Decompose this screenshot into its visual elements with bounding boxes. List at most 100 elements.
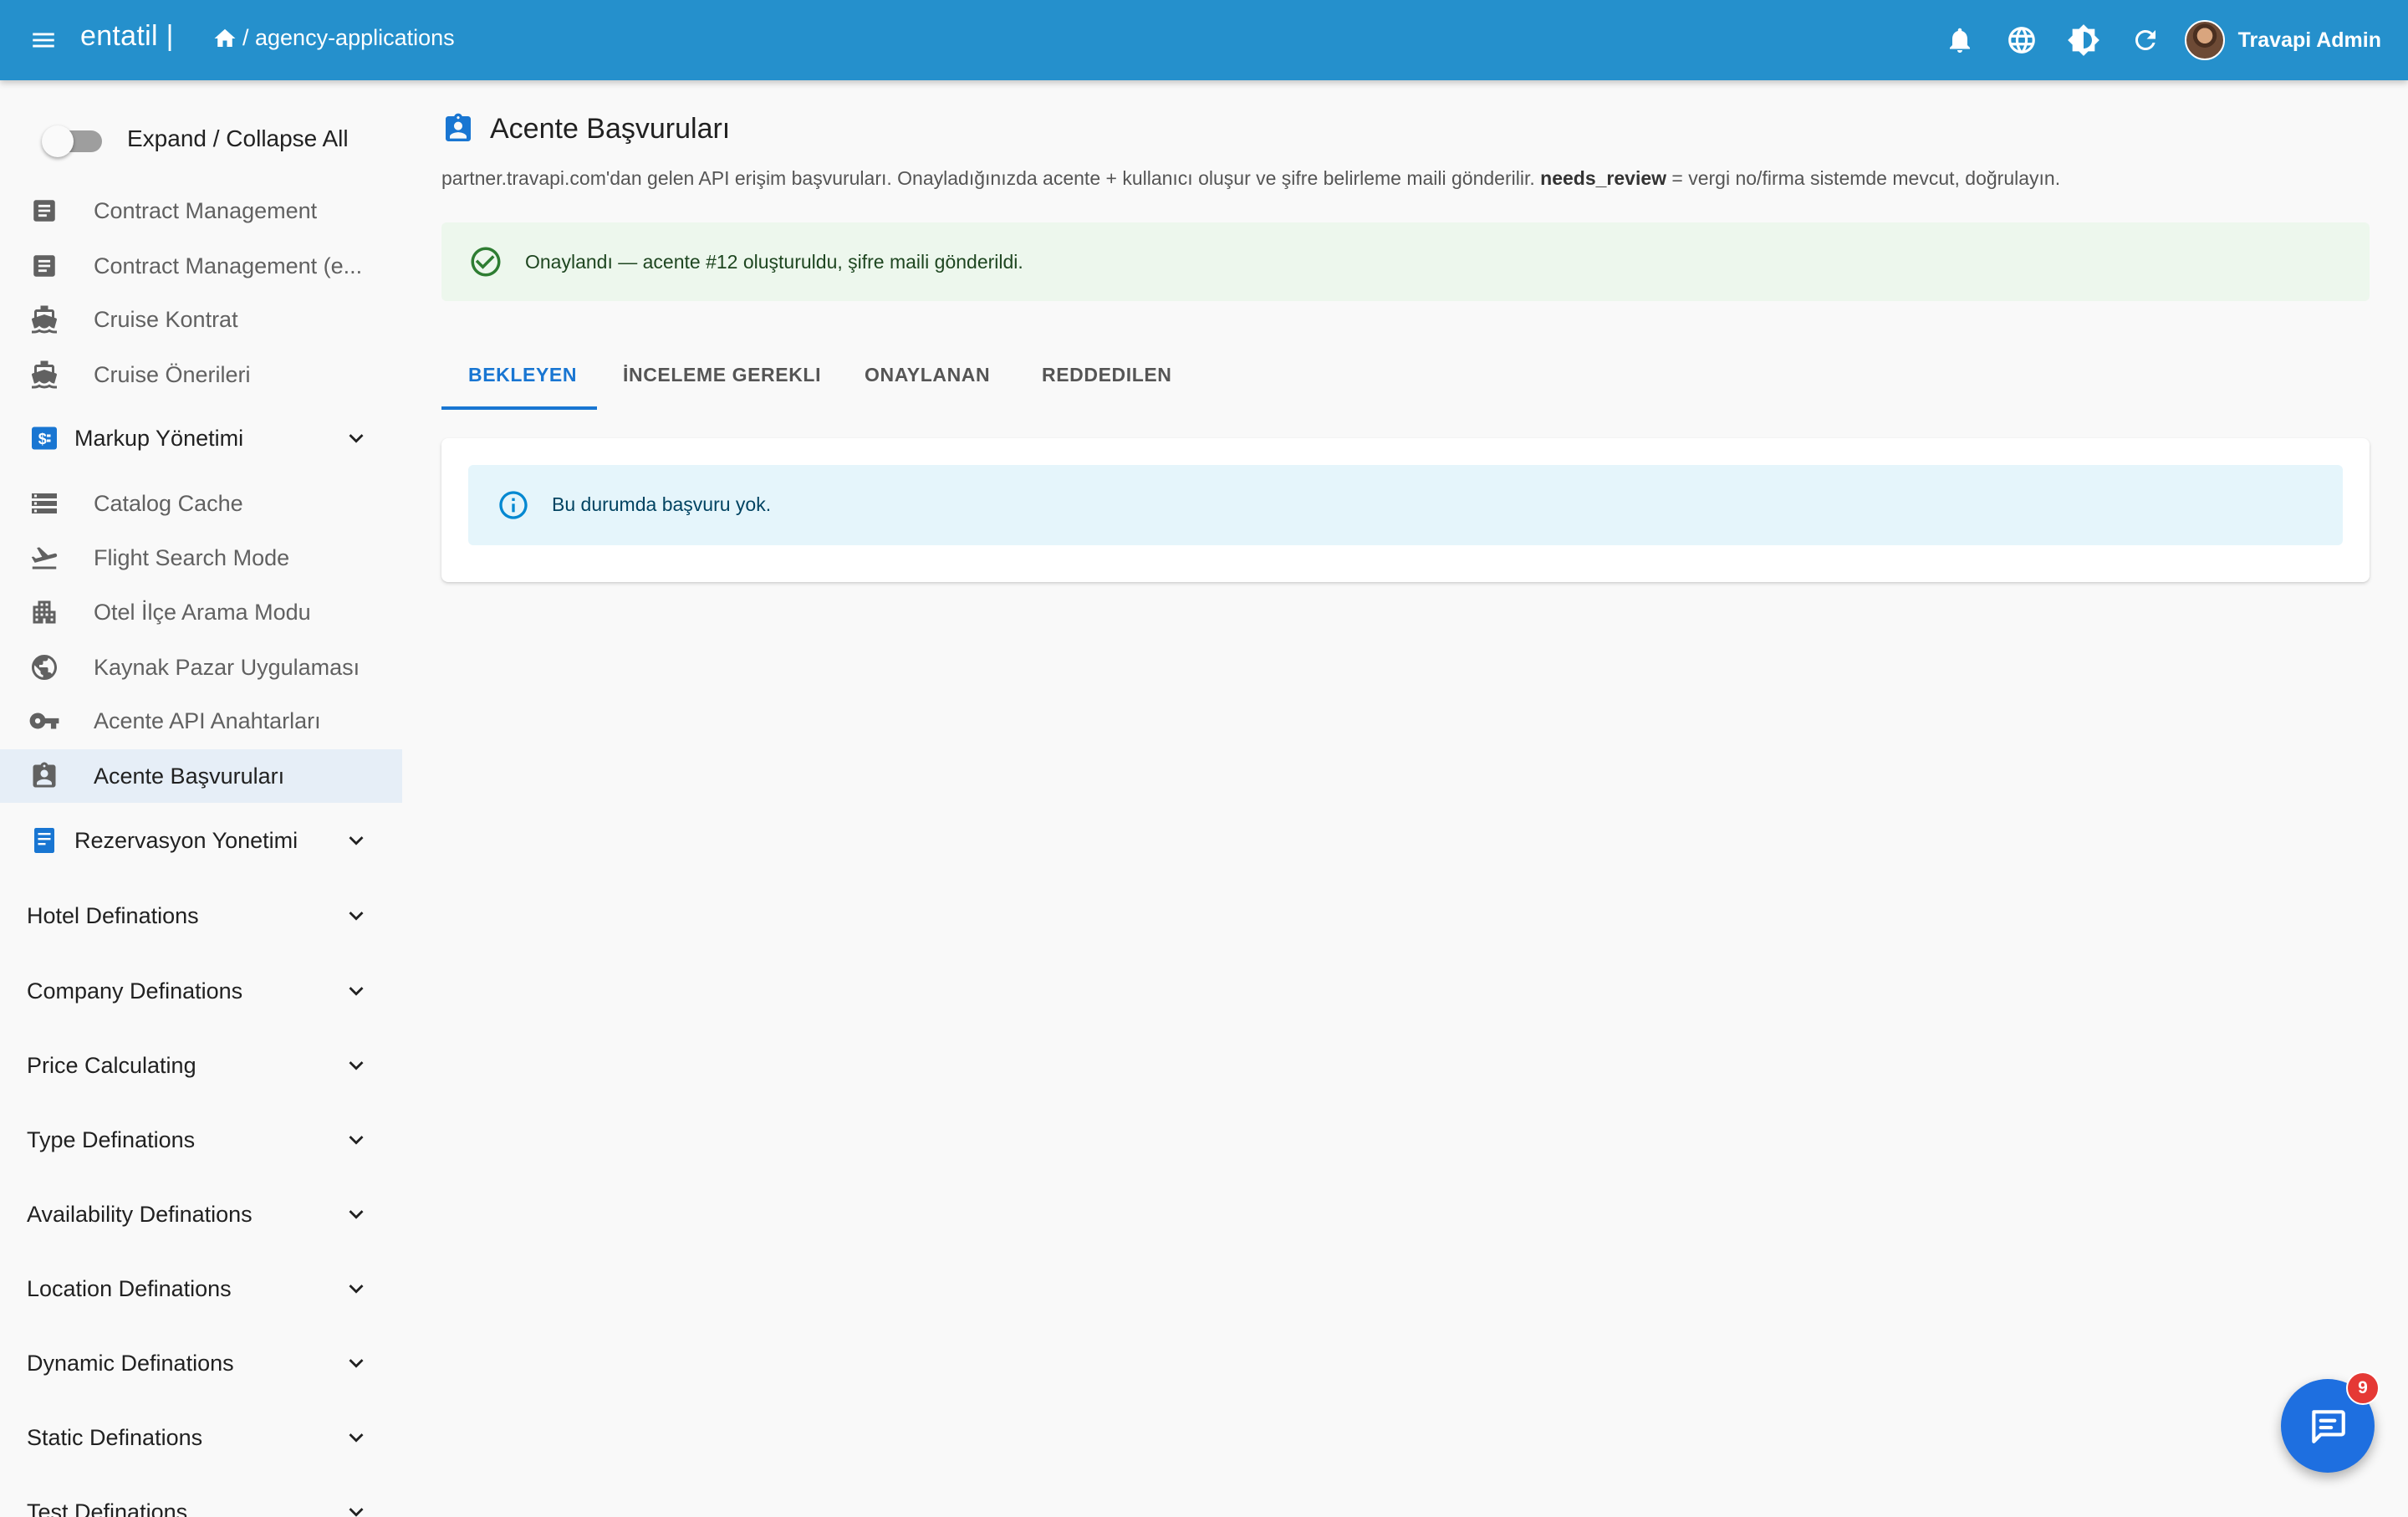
sidebar-item-acente-basvurulari[interactable]: Acente Başvuruları (0, 749, 402, 803)
tab-bekleyen[interactable]: BEKLEYEN (468, 340, 577, 410)
sidebar-group-label: Type Definations (27, 1126, 196, 1152)
chevron-down-icon[interactable] (339, 899, 373, 932)
contract-icon (28, 195, 60, 227)
chevron-down-icon[interactable] (339, 421, 373, 455)
flight-takeoff-icon (28, 542, 60, 574)
sidebar-group-test-definations[interactable]: Test Definations (0, 1485, 402, 1517)
sidebar-item-cruise-onerileri[interactable]: Cruise Önerileri (0, 348, 402, 401)
chevron-down-icon[interactable] (339, 1272, 373, 1305)
sidebar-item-catalog-cache[interactable]: Catalog Cache (0, 477, 402, 530)
globe-icon (28, 651, 60, 683)
sidebar-group-label: Static Definations (27, 1424, 203, 1450)
sidebar-group-price-calculating[interactable]: Price Calculating (0, 1039, 402, 1092)
sidebar-group-location-definations[interactable]: Location Definations (0, 1262, 402, 1315)
refresh-button[interactable] (2115, 9, 2176, 71)
brightness-icon (2067, 24, 2099, 56)
description-keyword: needs_review (1540, 167, 1667, 189)
sidebar-group-markup[interactable]: $ Markup Yönetimi (0, 411, 402, 465)
tab-indicator (441, 406, 597, 410)
storage-icon (28, 488, 60, 519)
tab-inceleme-gerekli[interactable]: İNCELEME GEREKLI (623, 340, 821, 410)
sidebar-item-label: Contract Management (94, 197, 318, 223)
contract-icon (28, 250, 60, 282)
sidebar-group-availability-definations[interactable]: Availability Definations (0, 1188, 402, 1241)
check-circle-icon (471, 247, 501, 277)
chevron-down-icon[interactable] (339, 974, 373, 1008)
sidebar-item-label: Kaynak Pazar Uygulaması (94, 654, 360, 680)
sidebar-item-contract-management[interactable]: Contract Management (0, 184, 402, 238)
badge-icon (28, 760, 60, 792)
theme-button[interactable] (2053, 9, 2115, 71)
sidebar-group-label: Dynamic Definations (27, 1350, 234, 1376)
notifications-button[interactable] (1929, 9, 1991, 71)
sidebar-item-label: Otel İlçe Arama Modu (94, 599, 311, 625)
sidebar-group-label: Location Definations (27, 1275, 232, 1301)
chat-icon (2312, 1410, 2345, 1443)
user-name[interactable]: Travapi Admin (2238, 28, 2381, 53)
sidebar-item-label: Cruise Kontrat (94, 306, 238, 332)
chevron-down-icon[interactable] (339, 1346, 373, 1380)
sidebar-group-label: Availability Definations (27, 1201, 253, 1227)
chevron-down-icon[interactable] (339, 824, 373, 857)
ship-icon (28, 359, 60, 391)
sidebar-item-label: Catalog Cache (94, 490, 243, 516)
sidebar-group-dynamic-definations[interactable]: Dynamic Definations (0, 1336, 402, 1390)
sidebar-item-acente-api-anahtarlari[interactable]: Acente API Anahtarları (0, 694, 402, 748)
chevron-down-icon[interactable] (339, 1049, 373, 1082)
chevron-down-icon[interactable] (339, 1123, 373, 1157)
sidebar-item-cruise-kontrat[interactable]: Cruise Kontrat (0, 293, 402, 346)
success-alert: Onaylandı — acente #12 oluşturuldu, şifr… (441, 222, 2370, 301)
menu-icon (33, 33, 54, 48)
page-header: Acente Başvuruları (441, 112, 730, 146)
sidebar-item-otel-ilce-arama-modu[interactable]: Otel İlçe Arama Modu (0, 585, 402, 639)
svg-text:$: $ (38, 431, 47, 447)
chevron-down-icon[interactable] (339, 1495, 373, 1517)
sidebar-item-label: Cruise Önerileri (94, 361, 251, 387)
sidebar-item-kaynak-pazar[interactable]: Kaynak Pazar Uygulaması (0, 641, 402, 694)
sidebar-group-label: Hotel Definations (27, 902, 199, 928)
sidebar-item-contract-management-e[interactable]: Contract Management (e... (0, 239, 402, 293)
breadcrumb: / agency-applications (212, 25, 455, 51)
language-button[interactable] (1991, 9, 2053, 71)
sidebar-group-label: Test Definations (27, 1499, 188, 1517)
sidebar-item-label: Acente API Anahtarları (94, 707, 321, 733)
success-message: Onaylandı — acente #12 oluşturuldu, şifr… (525, 250, 1023, 273)
sidebar-group-hotel-definations[interactable]: Hotel Definations (0, 889, 402, 942)
page-title: Acente Başvuruları (490, 112, 731, 145)
receipt-icon (28, 825, 60, 856)
home-icon[interactable] (212, 26, 237, 51)
sidebar-item-label: Acente Başvuruları (94, 763, 285, 789)
empty-state-alert: Bu durumda başvuru yok. (468, 465, 2343, 545)
brand-logo[interactable]: entatil | (80, 20, 174, 53)
toggle-label: Expand / Collapse All (127, 125, 349, 151)
sidebar-group-type-definations[interactable]: Type Definations (0, 1113, 402, 1167)
ship-icon (28, 304, 60, 335)
globe-icon (2008, 27, 2035, 54)
expand-collapse-toggle[interactable]: Expand / Collapse All (42, 124, 349, 157)
description-suffix: = vergi no/firma sistemde mevcut, doğrul… (1671, 167, 2061, 189)
sidebar-group-label: Rezervasyon Yonetimi (74, 827, 298, 853)
sidebar-item-flight-search-mode[interactable]: Flight Search Mode (0, 531, 402, 585)
bell-icon (1949, 28, 1970, 53)
refresh-icon (2135, 30, 2155, 50)
sidebar-group-label: Markup Yönetimi (74, 425, 244, 451)
status-tabs: BEKLEYEN İNCELEME GEREKLI ONAYLANAN REDD… (441, 340, 2370, 410)
tab-onaylanan[interactable]: ONAYLANAN (865, 340, 990, 410)
applications-card: Bu durumda başvuru yok. (441, 438, 2370, 582)
badge-icon (441, 112, 475, 146)
toggle-switch[interactable] (42, 124, 107, 157)
chat-unread-badge: 9 (2346, 1371, 2380, 1405)
chevron-down-icon[interactable] (339, 1198, 373, 1231)
sidebar-group-rezervasyon[interactable]: Rezervasyon Yonetimi (0, 814, 402, 867)
avatar[interactable] (2184, 20, 2225, 60)
sidebar: Expand / Collapse All Contract Managemen… (0, 80, 402, 1517)
sidebar-item-label: Flight Search Mode (94, 544, 290, 570)
chevron-down-icon[interactable] (339, 1421, 373, 1454)
sidebar-group-company-definations[interactable]: Company Definations (0, 964, 402, 1018)
menu-button[interactable] (25, 22, 62, 59)
sidebar-item-label: Contract Management (e... (94, 253, 363, 278)
sidebar-group-static-definations[interactable]: Static Definations (0, 1411, 402, 1464)
info-icon (499, 491, 528, 519)
tab-reddedilen[interactable]: REDDEDILEN (1042, 340, 1172, 410)
empty-message: Bu durumda başvuru yok. (552, 493, 772, 515)
